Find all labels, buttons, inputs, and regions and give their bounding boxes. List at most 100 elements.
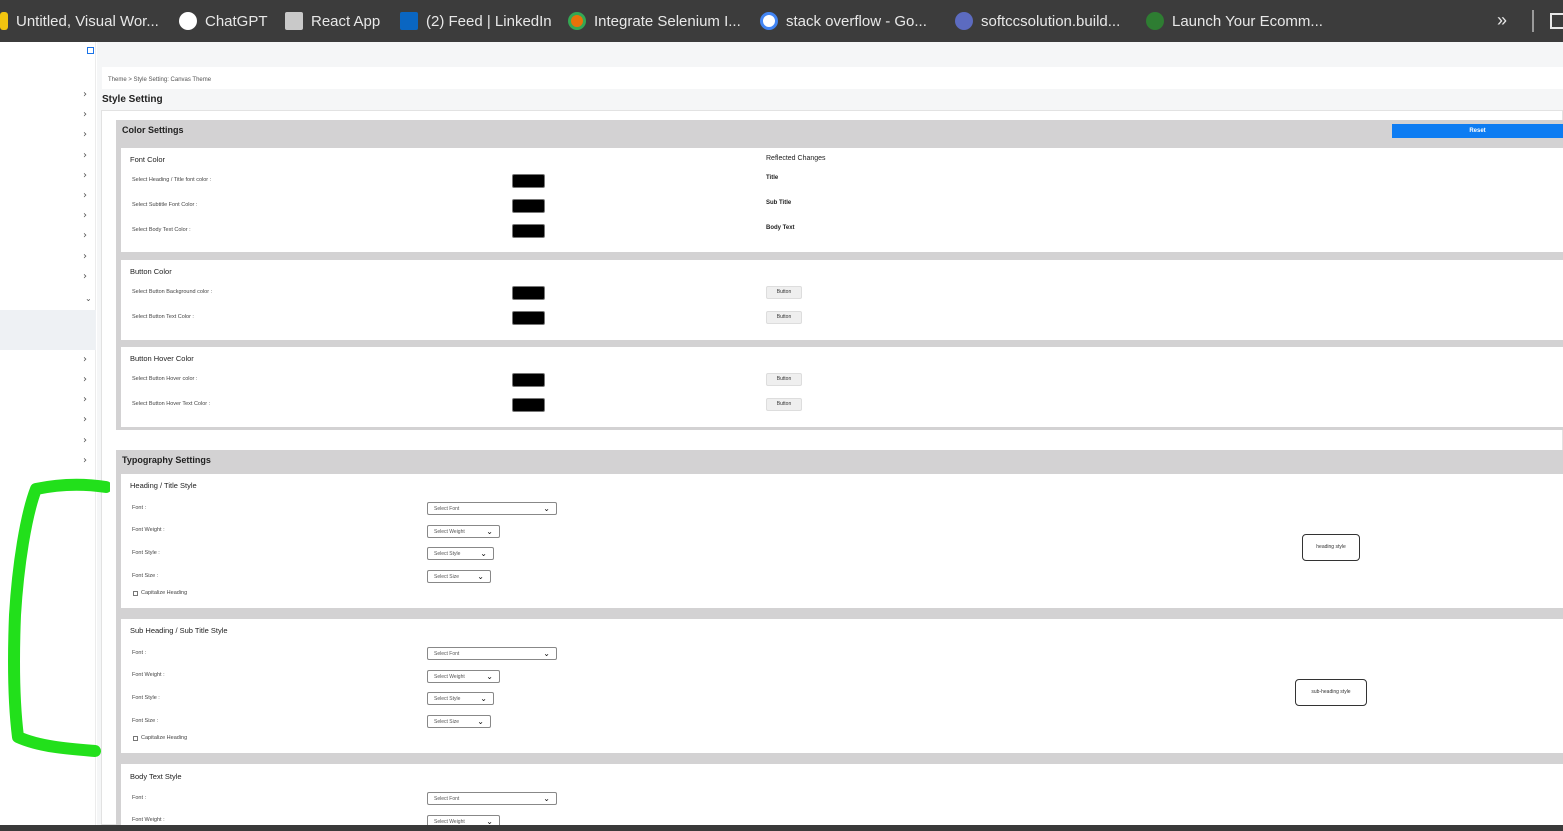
- button-text-color-picker[interactable]: [512, 311, 545, 325]
- chevron-down-icon: ⌄: [477, 572, 484, 581]
- body-text-preview: Body Text: [766, 225, 795, 231]
- button-bg-color-picker[interactable]: [512, 286, 545, 300]
- chevron-right-icon[interactable]: ›: [83, 211, 87, 221]
- font-style-select[interactable]: Select Style ⌄: [427, 547, 494, 560]
- chevron-right-icon[interactable]: ›: [83, 231, 87, 241]
- heading-color-picker[interactable]: [512, 174, 545, 188]
- bookmark-label: stack overflow - Go...: [786, 12, 927, 30]
- checkbox[interactable]: [133, 735, 138, 741]
- button-text-color-label: Select Button Text Color :: [132, 314, 194, 320]
- button-hover-text-color-label: Select Button Hover Text Color :: [132, 401, 211, 407]
- font-style-select[interactable]: Select Style ⌄: [427, 692, 494, 705]
- bookmark-ecommerce[interactable]: Launch Your Ecomm...: [1146, 9, 1323, 33]
- font-weight-select[interactable]: Select Weight ⌄: [427, 815, 500, 825]
- select-value: Select Weight: [434, 529, 465, 535]
- bookmark-chatgpt[interactable]: ChatGPT: [179, 9, 268, 33]
- capitalize-heading-checkbox[interactable]: Capitalize Heading: [133, 735, 187, 741]
- font-select[interactable]: Select Font ⌄: [427, 647, 557, 660]
- button-bg-color-label: Select Button Background color :: [132, 289, 213, 295]
- folder-icon[interactable]: [1550, 13, 1563, 29]
- button-preview[interactable]: Button: [766, 286, 802, 299]
- select-value: Select Size: [434, 574, 460, 580]
- bookmark-label: Integrate Selenium I...: [594, 12, 741, 30]
- chevron-right-icon[interactable]: ›: [83, 355, 87, 365]
- font-label: Font :: [132, 505, 147, 511]
- sidebar-item-active[interactable]: [0, 310, 96, 350]
- linkedin-icon: [400, 12, 418, 30]
- bookmark-stackoverflow[interactable]: stack overflow - Go...: [760, 9, 927, 33]
- capitalize-heading-checkbox[interactable]: Capitalize Heading: [133, 590, 187, 596]
- checkbox[interactable]: [133, 590, 138, 596]
- button-preview[interactable]: Button: [766, 311, 802, 324]
- select-value: Select Font: [434, 506, 460, 512]
- chatgpt-icon: [179, 12, 197, 30]
- bottom-bar: [0, 825, 1563, 831]
- bookmark-label: React App: [311, 12, 381, 30]
- font-weight-select[interactable]: Select Weight ⌄: [427, 670, 500, 683]
- sidebar: › › › › › › › › › › ⌄ › › › › › › ›: [0, 42, 96, 825]
- google-icon: [760, 12, 778, 30]
- select-value: Select Font: [434, 651, 460, 657]
- bookmark-linkedin[interactable]: (2) Feed | LinkedIn: [400, 9, 552, 33]
- button-preview[interactable]: Button: [766, 373, 802, 386]
- divider: [1532, 10, 1534, 32]
- font-weight-select[interactable]: Select Weight ⌄: [427, 525, 500, 538]
- chevron-right-icon[interactable]: ›: [83, 272, 87, 282]
- bookmark-label: Launch Your Ecomm...: [1172, 12, 1323, 30]
- chevron-right-icon[interactable]: ›: [83, 191, 87, 201]
- more-bookmarks-icon[interactable]: »: [1497, 10, 1507, 31]
- font-size-select[interactable]: Select Size ⌄: [427, 715, 491, 728]
- chevron-right-icon[interactable]: ›: [83, 252, 87, 262]
- chevron-right-icon[interactable]: ›: [83, 477, 87, 487]
- card-title: Font Color: [130, 155, 166, 164]
- chevron-right-icon[interactable]: ›: [83, 415, 87, 425]
- font-size-select[interactable]: Select Size ⌄: [427, 570, 491, 583]
- chevron-right-icon[interactable]: ›: [83, 375, 87, 385]
- bookmark-selenium[interactable]: Integrate Selenium I...: [568, 9, 741, 33]
- button-hover-color-picker[interactable]: [512, 373, 545, 387]
- chevron-down-icon: ⌄: [486, 527, 493, 536]
- card-title: Button Color: [130, 267, 172, 276]
- shop-icon: [1146, 12, 1164, 30]
- card-title: Heading / Title Style: [130, 481, 197, 490]
- chevron-right-icon[interactable]: ›: [83, 456, 87, 466]
- font-select[interactable]: Select Font ⌄: [427, 792, 557, 805]
- chevron-down-icon: ⌄: [486, 672, 493, 681]
- body-color-picker[interactable]: [512, 224, 545, 238]
- note-icon: [0, 12, 8, 30]
- button-hover-text-color-picker[interactable]: [512, 398, 545, 412]
- chevron-right-icon[interactable]: ›: [83, 395, 87, 405]
- body-text-style-card: Body Text Style Font : Select Font ⌄ Font…: [121, 764, 1563, 825]
- chevron-right-icon[interactable]: ›: [83, 151, 87, 161]
- chrome-icon: [568, 12, 586, 30]
- bookmark-softcc[interactable]: softccsolution.build...: [955, 9, 1120, 33]
- chevron-down-icon: ⌄: [543, 504, 550, 513]
- select-value: Select Weight: [434, 674, 465, 680]
- chevron-right-icon[interactable]: ›: [83, 90, 87, 100]
- heading-style-preview: heading style: [1302, 534, 1360, 561]
- bookmark-untitled[interactable]: Untitled, Visual Wor...: [0, 9, 159, 33]
- font-label: Font :: [132, 795, 147, 801]
- breadcrumb: Theme > Style Setting: Canvas Theme: [102, 67, 1563, 89]
- subtitle-color-label: Select Subtitle Font Color :: [132, 202, 198, 208]
- page-title: Style Setting: [102, 94, 163, 105]
- subheading-style-card: Sub Heading / Sub Title Style Font : Sel…: [121, 619, 1563, 753]
- bookmark-react-app[interactable]: React App: [285, 9, 380, 33]
- font-weight-label: Font Weight :: [132, 817, 165, 823]
- chevron-right-icon[interactable]: ›: [83, 436, 87, 446]
- heading-style-card: Heading / Title Style Font : Select Font…: [121, 474, 1563, 608]
- chevron-right-icon[interactable]: ›: [83, 171, 87, 181]
- chevron-down-icon[interactable]: ⌄: [85, 294, 92, 304]
- chevron-right-icon[interactable]: ›: [83, 130, 87, 140]
- button-color-card: Button Color Select Button Background co…: [121, 260, 1563, 340]
- reset-button[interactable]: Reset: [1392, 124, 1563, 138]
- subtitle-color-picker[interactable]: [512, 199, 545, 213]
- font-label: Font :: [132, 650, 147, 656]
- button-preview[interactable]: Button: [766, 398, 802, 411]
- chevron-down-icon: ⌄: [543, 794, 550, 803]
- font-select[interactable]: Select Font ⌄: [427, 502, 557, 515]
- chevron-right-icon[interactable]: ›: [83, 110, 87, 120]
- external-link-icon[interactable]: [87, 47, 94, 54]
- bookmark-label: ChatGPT: [205, 12, 268, 30]
- font-style-label: Font Style :: [132, 550, 160, 556]
